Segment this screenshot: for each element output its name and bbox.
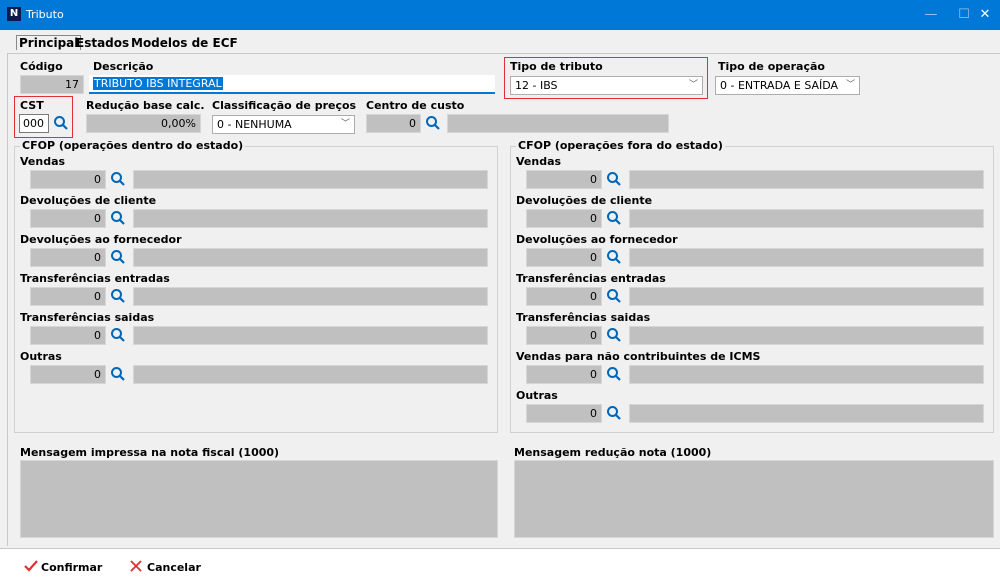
mensagem-nota-textarea[interactable] [20, 460, 498, 538]
cfop-dentro-row-label: Devoluções de cliente [20, 194, 157, 207]
confirmar-label: Confirmar [41, 561, 103, 574]
confirmar-button[interactable]: Confirmar [24, 560, 102, 576]
search-icon[interactable] [606, 366, 622, 382]
search-icon[interactable] [606, 327, 622, 343]
cst-field[interactable]: 000 [19, 114, 49, 133]
cfop-fora-row-label: Devoluções ao fornecedor [516, 233, 678, 246]
descricao-label: Descrição [93, 60, 154, 73]
search-icon[interactable] [425, 115, 441, 131]
search-icon[interactable] [110, 327, 126, 343]
close-icon [130, 560, 144, 576]
cfop-dentro-row-label: Vendas [20, 155, 66, 168]
cancelar-label: Cancelar [147, 561, 201, 574]
reducao-label: Redução base calc. [86, 99, 205, 112]
cfop-fora-row-description [629, 404, 984, 423]
cfop-dentro-row-description [133, 170, 488, 189]
cfop-dentro-row-code[interactable]: 0 [30, 326, 106, 345]
mensagem-nota-label: Mensagem impressa na nota fiscal (1000) [20, 446, 280, 459]
descricao-field[interactable]: TRIBUTO IBS INTEGRAL [89, 75, 495, 94]
classificacao-select[interactable]: 0 - NENHUMA ﹀ [212, 115, 355, 134]
cfop-fora-row-code[interactable]: 0 [526, 170, 602, 189]
centro-custo-description [447, 114, 669, 133]
chevron-down-icon: ﹀ [340, 119, 350, 129]
cfop-fora-row-code[interactable]: 0 [526, 404, 602, 423]
window-title: Tributo [26, 8, 64, 21]
cfop-dentro-row-description [133, 248, 488, 267]
button-bar: Confirmar Cancelar [0, 548, 1000, 581]
tab-modelos-ecf[interactable]: Modelos de ECF [131, 36, 238, 50]
cfop-fora-row-description [629, 365, 984, 384]
app-icon: N [7, 7, 21, 21]
tipo-operacao-select[interactable]: 0 - ENTRADA E SAÍDA ﹀ [715, 76, 860, 95]
cst-label: CST [20, 99, 44, 112]
cfop-fora-row-code[interactable]: 0 [526, 209, 602, 228]
codigo-field[interactable]: 17 [20, 75, 84, 94]
cfop-fora-row-label: Vendas para não contribuintes de ICMS [516, 350, 761, 363]
search-icon[interactable] [606, 171, 622, 187]
tipo-tributo-value: 12 - IBS [515, 79, 558, 92]
search-icon[interactable] [110, 249, 126, 265]
search-icon[interactable] [606, 288, 622, 304]
chevron-down-icon: ﹀ [688, 80, 698, 90]
centro-custo-label: Centro de custo [366, 99, 465, 112]
cfop-fora-row-code[interactable]: 0 [526, 365, 602, 384]
tipo-tributo-label: Tipo de tributo [510, 60, 603, 73]
tipo-tributo-select[interactable]: 12 - IBS ﹀ [510, 76, 703, 95]
search-icon[interactable] [110, 210, 126, 226]
title-bar: N Tributo — ☐ ✕ [0, 0, 1000, 30]
cfop-dentro-row-label: Devoluções ao fornecedor [20, 233, 182, 246]
tipo-operacao-label: Tipo de operação [718, 60, 825, 73]
search-icon[interactable] [110, 171, 126, 187]
search-icon[interactable] [53, 115, 69, 131]
classificacao-label: Classificação de preços [212, 99, 357, 112]
cfop-fora-row-code[interactable]: 0 [526, 326, 602, 345]
cfop-dentro-row-code[interactable]: 0 [30, 365, 106, 384]
search-icon[interactable] [110, 366, 126, 382]
tipo-operacao-value: 0 - ENTRADA E SAÍDA [720, 79, 839, 92]
cfop-fora-row-description [629, 209, 984, 228]
cfop-dentro-row-description [133, 326, 488, 345]
cfop-dentro-row-code[interactable]: 0 [30, 287, 106, 306]
cfop-fora-row-label: Outras [516, 389, 558, 402]
close-button[interactable]: ✕ [962, 0, 1000, 30]
cfop-fora-row-description [629, 326, 984, 345]
search-icon[interactable] [110, 288, 126, 304]
cfop-dentro-row-code[interactable]: 0 [30, 209, 106, 228]
cancelar-button[interactable]: Cancelar [130, 560, 201, 576]
tab-estados[interactable]: Estados [76, 36, 129, 50]
mensagem-reducao-label: Mensagem redução nota (1000) [514, 446, 712, 459]
cfop-dentro-row-code[interactable]: 0 [30, 170, 106, 189]
chevron-down-icon: ﹀ [845, 80, 855, 90]
cfop-fora-row-label: Devoluções de cliente [516, 194, 653, 207]
cfop-dentro-row-description [133, 209, 488, 228]
cfop-dentro-row-code[interactable]: 0 [30, 248, 106, 267]
search-icon[interactable] [606, 405, 622, 421]
cfop-fora-row-code[interactable]: 0 [526, 287, 602, 306]
search-icon[interactable] [606, 210, 622, 226]
search-icon[interactable] [606, 249, 622, 265]
centro-custo-field[interactable]: 0 [366, 114, 421, 133]
cfop-dentro-title: CFOP (operações dentro do estado) [20, 139, 246, 152]
cfop-fora-row-label: Vendas [516, 155, 562, 168]
cfop-dentro-row-description [133, 287, 488, 306]
cfop-dentro-row-label: Transferências saidas [20, 311, 155, 324]
codigo-label: Código [20, 60, 63, 73]
check-icon [24, 560, 38, 576]
reducao-field[interactable]: 0,00% [86, 114, 201, 133]
cfop-dentro-row-label: Transferências entradas [20, 272, 170, 285]
tab-principal[interactable]: Principal [16, 35, 82, 50]
cfop-fora-title: CFOP (operações fora do estado) [516, 139, 725, 152]
cfop-fora-row-code[interactable]: 0 [526, 248, 602, 267]
cfop-fora-row-description [629, 287, 984, 306]
cfop-fora-row-description [629, 170, 984, 189]
cfop-dentro-row-label: Outras [20, 350, 62, 363]
classificacao-value: 0 - NENHUMA [217, 118, 292, 131]
descricao-value: TRIBUTO IBS INTEGRAL [93, 77, 223, 90]
cfop-dentro-row-description [133, 365, 488, 384]
cfop-fora-row-description [629, 248, 984, 267]
cfop-fora-row-label: Transferências saidas [516, 311, 651, 324]
cfop-fora-row-label: Transferências entradas [516, 272, 666, 285]
mensagem-reducao-textarea[interactable] [514, 460, 994, 538]
